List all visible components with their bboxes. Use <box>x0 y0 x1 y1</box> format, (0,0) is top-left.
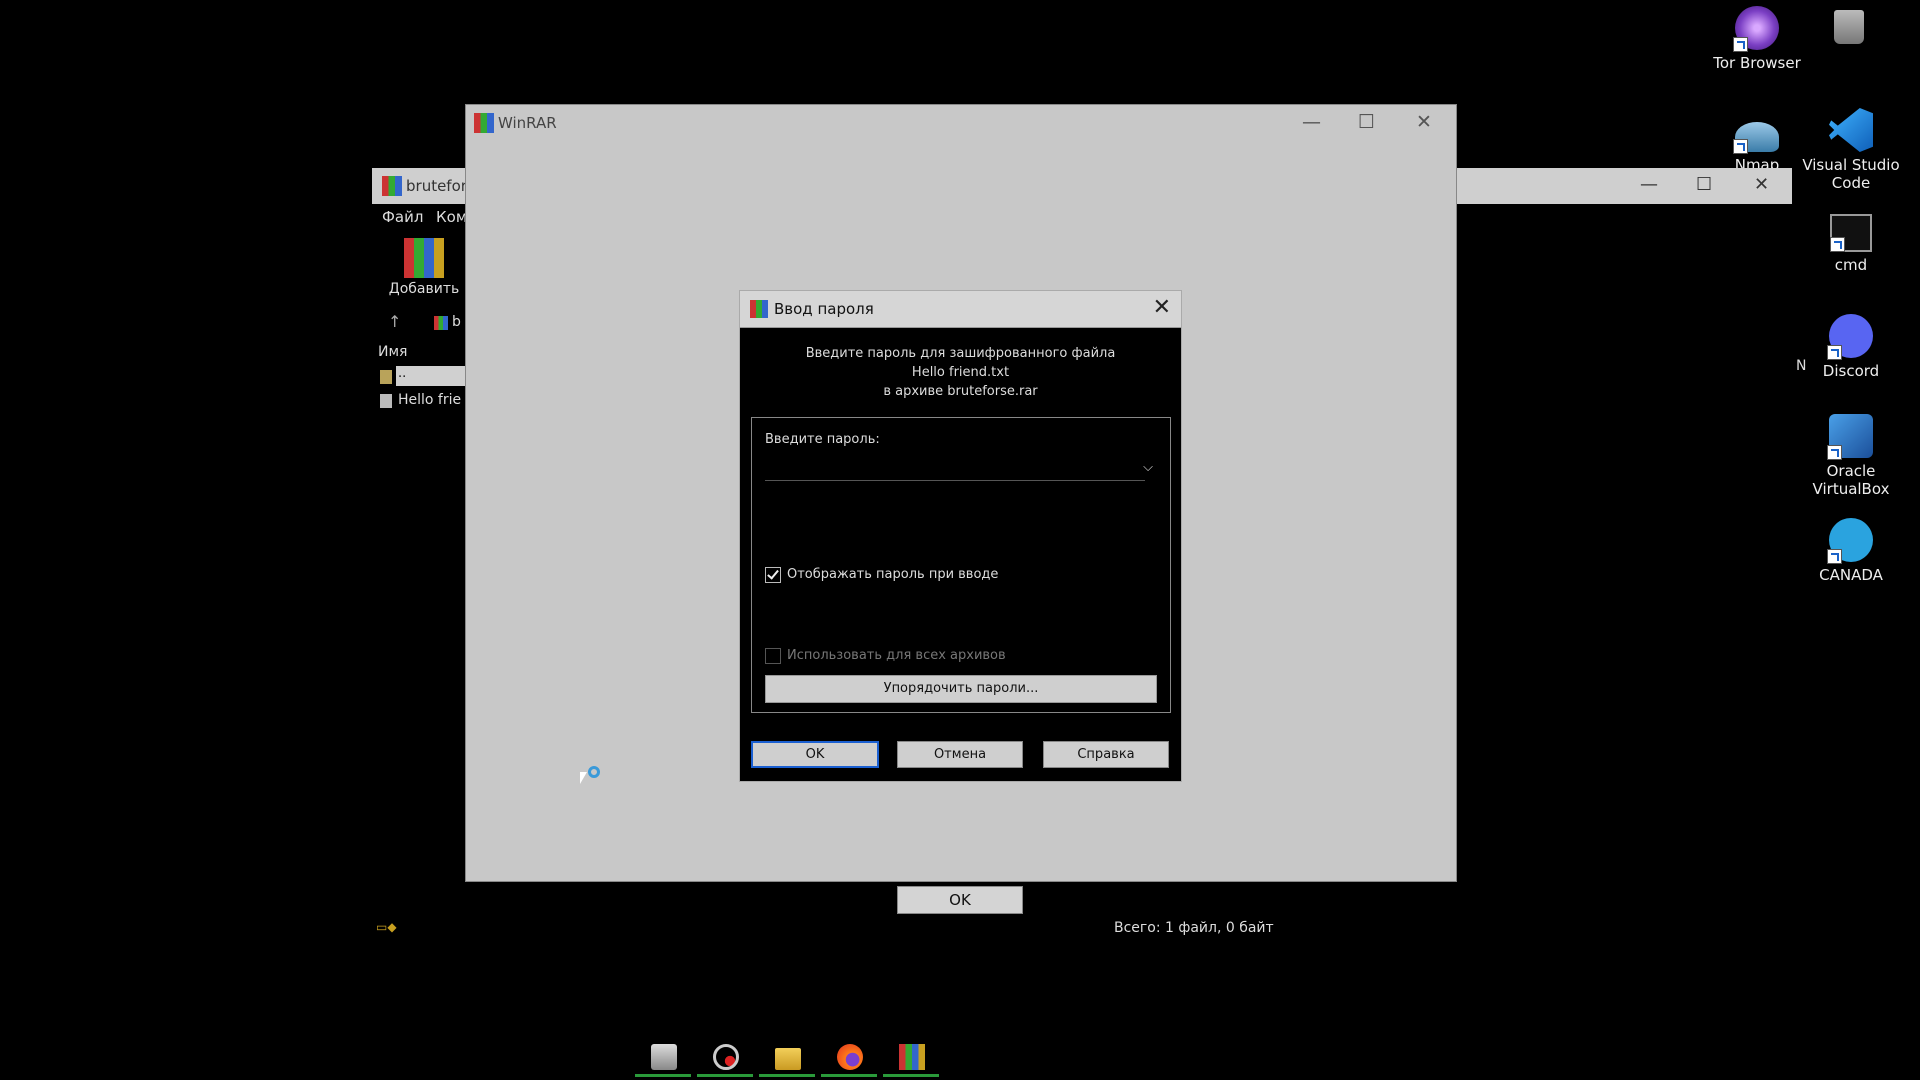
password-group-box: Введите пароль: ⌵ Отображать пароль при … <box>751 417 1171 713</box>
taskbar-winrar[interactable] <box>881 1040 941 1080</box>
winrar-books-icon <box>404 238 444 278</box>
list-item-label: Hello frie <box>398 392 462 408</box>
ok-button[interactable]: OK <box>751 741 879 768</box>
text-file-icon <box>380 394 392 408</box>
winrar-titlebar: WinRAR — ☐ ✕ <box>466 105 1456 141</box>
maximize-icon[interactable]: ☐ <box>1696 174 1712 195</box>
close-icon[interactable]: ✕ <box>1754 174 1769 195</box>
use-for-all-archives-checkbox[interactable] <box>765 648 781 664</box>
up-arrow-icon[interactable]: ↑ <box>388 312 401 331</box>
info-line-2: Hello friend.txt <box>911 365 1010 380</box>
archive-path-icon <box>434 316 448 330</box>
help-button[interactable]: Справка <box>1043 741 1169 768</box>
show-password-label[interactable]: Отображать пароль при вводе <box>787 567 998 582</box>
close-icon[interactable]: ✕ <box>1153 295 1171 320</box>
winrar-app-icon <box>382 176 402 196</box>
archive-window-title: brutefor <box>406 177 467 195</box>
cmd-icon <box>1830 214 1872 252</box>
password-dialog: Ввод пароля ✕ Введите пароль для зашифро… <box>739 290 1182 782</box>
taskbar-browser-app[interactable] <box>695 1040 755 1080</box>
minimize-icon[interactable]: — <box>1640 174 1658 195</box>
close-icon[interactable]: ✕ <box>1416 111 1432 133</box>
virtualbox-icon <box>1827 414 1873 460</box>
desktop-icon-vscode[interactable]: Visual Studio Code <box>1796 108 1906 192</box>
taskbar-file-explorer[interactable] <box>757 1040 817 1080</box>
menu-commands[interactable]: Ком <box>436 208 467 226</box>
taskbar-computer[interactable] <box>633 1040 693 1080</box>
partial-column-header: N <box>1796 358 1807 374</box>
keyboard-key-icon: ▭◆ <box>376 920 397 934</box>
winrar-app-icon <box>750 300 768 318</box>
use-for-all-archives-label: Использовать для всех архивов <box>787 648 1006 663</box>
password-dialog-title: Ввод пароля <box>774 300 874 318</box>
busy-cursor-icon <box>580 766 602 788</box>
maximize-icon[interactable]: ☐ <box>1358 111 1375 133</box>
desktop-icon-discord[interactable]: Discord <box>1796 314 1906 380</box>
password-dialog-titlebar: Ввод пароля ✕ <box>740 291 1181 328</box>
desktop-icon-cmd[interactable]: cmd <box>1796 214 1906 274</box>
desktop-icon-tor-browser[interactable]: Tor Browser <box>1702 6 1812 72</box>
info-line-1: Введите пароль для зашифрованного файла <box>805 346 1116 361</box>
firefox-icon <box>837 1044 863 1070</box>
desktop-icon-canada[interactable]: CANADA <box>1796 518 1906 584</box>
list-item-label: .. <box>398 366 407 381</box>
password-label: Введите пароль: <box>765 432 880 447</box>
winrar-app-icon <box>474 113 494 133</box>
archive-path[interactable]: b <box>452 314 461 330</box>
cancel-button[interactable]: Отмена <box>897 741 1023 768</box>
winrar-window-title: WinRAR <box>498 114 557 132</box>
organize-passwords-button[interactable]: Упорядочить пароли... <box>765 675 1157 703</box>
desktop-icon-label: Visual Studio Code <box>1802 156 1900 192</box>
message-ok-button[interactable]: OK <box>897 886 1023 914</box>
desktop-icon-virtualbox[interactable]: Oracle VirtualBox <box>1796 414 1906 498</box>
winrar-books-icon <box>899 1044 925 1070</box>
nmap-eye-icon <box>1733 122 1779 154</box>
vscode-icon <box>1829 108 1873 152</box>
desktop-icon-label: CANADA <box>1819 566 1883 584</box>
info-line-3: в архиве bruteforse.rar <box>883 384 1038 399</box>
computer-icon <box>651 1044 677 1070</box>
chevron-down-icon[interactable]: ⌵ <box>1137 456 1159 480</box>
desktop-icon-label: Tor Browser <box>1713 54 1801 72</box>
toolbar-add-label: Добавить <box>388 281 460 297</box>
desktop-icon-label: cmd <box>1834 256 1868 274</box>
folder-up-icon <box>380 370 392 384</box>
column-header-name[interactable]: Имя <box>378 344 407 360</box>
minimize-icon[interactable]: — <box>1302 111 1321 133</box>
status-total: Всего: 1 файл, 0 байт <box>1114 920 1274 936</box>
menu-file[interactable]: Файл <box>382 208 423 226</box>
tor-browser-icon <box>1733 6 1779 52</box>
recycle-bin-icon[interactable] <box>1834 10 1864 44</box>
list-item[interactable]: .. <box>396 366 466 386</box>
show-password-checkbox[interactable] <box>765 567 781 583</box>
list-item[interactable]: Hello frie <box>398 392 461 408</box>
toolbar-add-button[interactable]: Добавить <box>386 238 462 297</box>
telegram-icon <box>1827 518 1873 564</box>
password-input[interactable] <box>765 458 1145 481</box>
speedometer-icon <box>713 1044 739 1070</box>
desktop-icon-label: Oracle VirtualBox <box>1812 462 1890 498</box>
taskbar-firefox[interactable] <box>819 1040 879 1080</box>
discord-icon <box>1827 314 1873 360</box>
folder-icon <box>775 1048 801 1070</box>
desktop-icon-label: Discord <box>1822 362 1880 380</box>
